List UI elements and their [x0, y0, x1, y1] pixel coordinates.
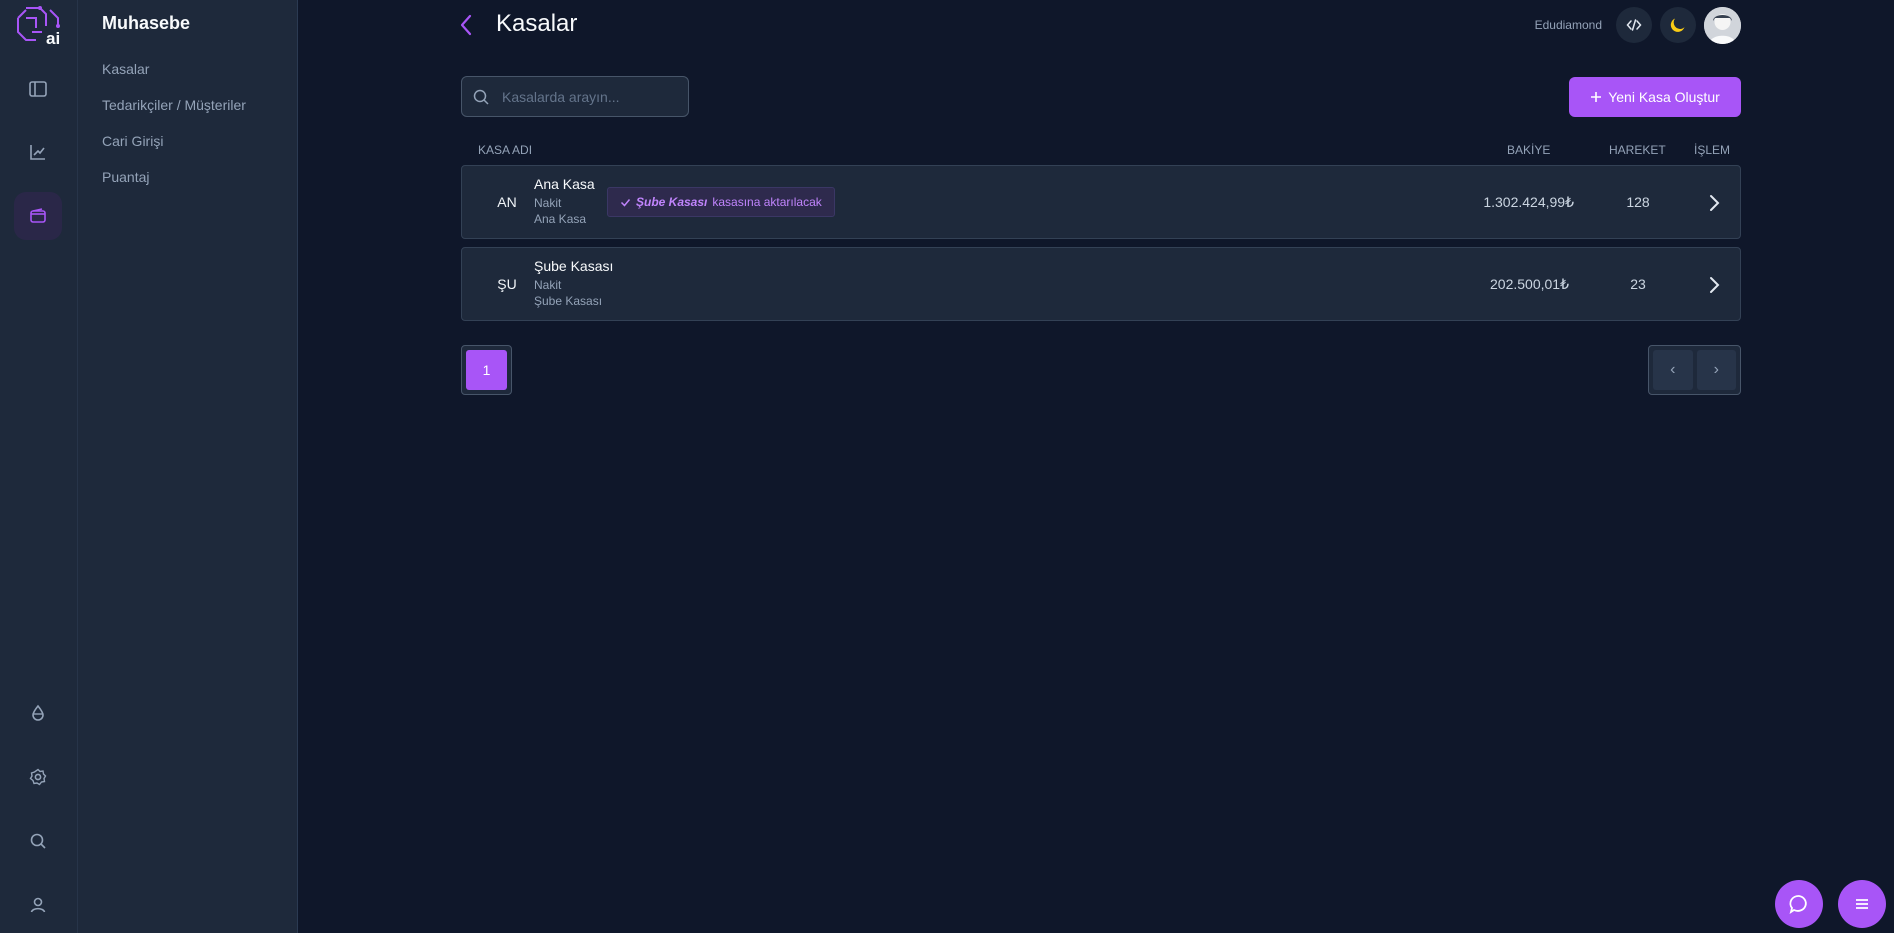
chart-icon	[30, 145, 45, 160]
column-header-movements: HAREKET	[1609, 143, 1666, 157]
page-title: Kasalar	[496, 10, 578, 37]
rail-analytics[interactable]	[14, 128, 62, 176]
rail-settings[interactable]	[14, 753, 62, 801]
row-type: Nakit	[534, 278, 562, 292]
menu-button[interactable]	[1838, 880, 1886, 928]
search-icon	[30, 833, 46, 849]
badge-target: Şube Kasası	[636, 195, 708, 209]
search-box[interactable]	[461, 76, 689, 117]
column-header-action: İŞLEM	[1694, 143, 1731, 157]
sidebar-item-kasalar[interactable]: Kasalar	[102, 58, 246, 94]
transfer-badge: Şube Kasası kasasına aktarılacak	[607, 187, 835, 217]
sidebar-toggle-button[interactable]	[14, 65, 62, 113]
theme-toggle-button[interactable]	[1660, 7, 1696, 43]
sidebar-nav: Kasalar Tedarikçiler / Müşteriler Cari G…	[102, 58, 246, 202]
sidebar-item-timesheet[interactable]: Puantaj	[102, 166, 246, 202]
badge-text: kasasına aktarılacak	[712, 195, 822, 209]
chat-button[interactable]	[1775, 880, 1823, 928]
icon-rail: ai	[0, 0, 78, 933]
code-icon	[1626, 19, 1642, 31]
sidebar-title: Muhasebe	[102, 13, 191, 33]
secondary-sidebar: Muhasebe Kasalar Tedarikçiler / Müşteril…	[78, 0, 298, 933]
row-abbr: ŞU	[497, 276, 517, 292]
row-movements: 128	[1626, 194, 1650, 210]
droplet-icon	[32, 704, 44, 721]
row-name: Şube Kasası	[534, 258, 614, 274]
next-page-button[interactable]: ›	[1696, 350, 1736, 390]
chat-bubble-icon	[1789, 895, 1807, 915]
row-balance: 1.302.424,99₺	[1483, 194, 1574, 210]
rail-profile[interactable]	[14, 881, 62, 929]
wallet-icon	[30, 208, 46, 223]
row-type: Nakit	[534, 196, 562, 210]
page-nav: ‹ ›	[1648, 345, 1741, 395]
user-icon	[30, 897, 46, 913]
chevron-right-icon: ›	[1713, 361, 1719, 378]
table-row[interactable]: AN Ana Kasa Nakit Ana Kasa Şube Kasası k…	[461, 165, 1741, 239]
app-logo[interactable]: ai	[12, 4, 64, 48]
rail-search[interactable]	[14, 817, 62, 865]
row-abbr: AN	[497, 194, 517, 210]
new-cashbox-button[interactable]: Yeni Kasa Oluştur	[1569, 77, 1741, 117]
column-header-balance: BAKİYE	[1507, 143, 1551, 157]
row-subtitle: Ana Kasa	[534, 212, 587, 226]
column-header-name: KASA ADI	[478, 143, 533, 157]
chevron-right-icon[interactable]	[1702, 273, 1726, 297]
user-name: Edudiamond	[1534, 18, 1602, 32]
page-button-current[interactable]: 1	[466, 350, 507, 390]
table-row[interactable]: ŞU Şube Kasası Nakit Şube Kasası 202.500…	[461, 247, 1741, 321]
sidebar-toggle-icon	[29, 81, 47, 97]
user-avatar[interactable]	[1704, 7, 1741, 44]
sidebar-item-current-entry[interactable]: Cari Girişi	[102, 130, 246, 166]
page-list: 1	[461, 345, 512, 395]
avatar-icon	[1704, 7, 1741, 44]
chevron-right-icon[interactable]	[1702, 191, 1726, 215]
back-chevron-icon[interactable]	[456, 12, 476, 38]
search-icon	[473, 89, 489, 105]
moon-icon	[1670, 18, 1685, 32]
new-cashbox-label: Yeni Kasa Oluştur	[1608, 89, 1720, 105]
check-icon	[620, 198, 631, 207]
rail-accounting[interactable]	[14, 192, 62, 240]
prev-page-button[interactable]: ‹	[1653, 350, 1693, 390]
code-view-button[interactable]	[1616, 7, 1652, 43]
menu-icon	[1856, 899, 1868, 909]
row-balance: 202.500,01₺	[1490, 276, 1569, 292]
plus-icon	[1591, 92, 1602, 102]
sidebar-item-suppliers-customers[interactable]: Tedarikçiler / Müşteriler	[102, 94, 246, 130]
rail-theme-drop[interactable]	[14, 689, 62, 737]
settings-icon	[29, 768, 47, 786]
svg-text:ai: ai	[46, 29, 60, 48]
row-name: Ana Kasa	[534, 176, 595, 192]
search-input[interactable]	[502, 77, 682, 116]
chevron-left-icon: ‹	[1670, 361, 1676, 378]
row-subtitle: Şube Kasası	[534, 294, 603, 308]
row-movements: 23	[1630, 276, 1646, 292]
